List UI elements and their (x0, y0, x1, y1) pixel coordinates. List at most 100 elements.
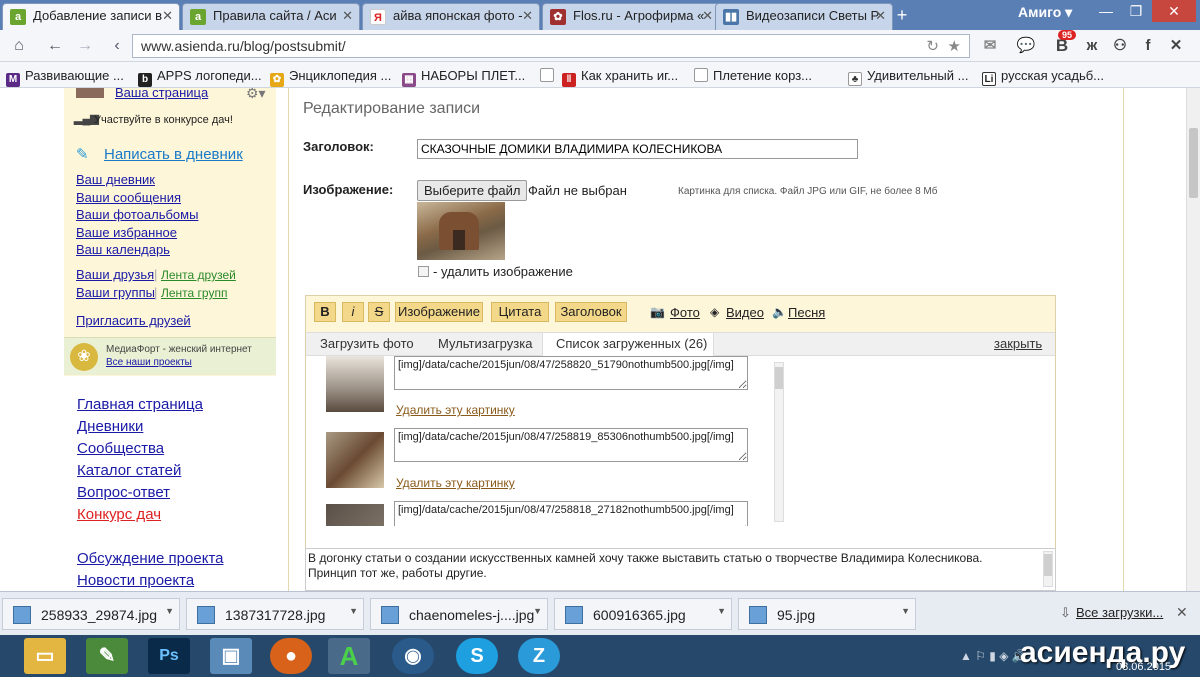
close-link[interactable]: закрыть (994, 336, 1042, 351)
download-item[interactable]: 600916365.jpg ▼ (554, 598, 732, 630)
close-window-icon[interactable]: ✕ (1152, 0, 1196, 22)
star-icon[interactable]: ★ (948, 37, 961, 55)
reload-icon[interactable]: ↻ (926, 37, 939, 55)
upload-code-field[interactable]: [img]/data/cache/2015jun/08/47/258819_85… (394, 428, 748, 462)
diaries-link[interactable]: Дневники (77, 418, 143, 435)
firefox-icon[interactable]: ● (270, 638, 312, 674)
minimize-icon[interactable]: — (1090, 0, 1122, 22)
home-icon[interactable]: ⌂ (8, 36, 30, 56)
tab-add-post[interactable]: a Добавление записи в ✕ (2, 3, 180, 30)
forward-icon[interactable]: → (74, 36, 96, 56)
chevron-down-icon[interactable]: ▼ (717, 606, 726, 616)
bold-button[interactable]: B (314, 302, 336, 322)
post-body-editor[interactable]: В догонку статьи о создании искусственны… (305, 548, 1056, 591)
qa-link[interactable]: Вопрос-ответ (77, 484, 170, 501)
bookmark-item[interactable]: M Развивающие ... (6, 68, 124, 87)
bookmark-item[interactable]: ‖ Как хранить иг... (562, 68, 678, 87)
video-link[interactable]: Видео (726, 305, 764, 320)
strike-button[interactable]: S (368, 302, 390, 322)
bookmark-item[interactable]: b APPS логопеди... (138, 68, 262, 87)
main-page-link[interactable]: Главная страница (77, 396, 203, 413)
bookmark-item[interactable]: ♣ Удивительный ... (848, 68, 968, 86)
scrollbar-thumb[interactable] (1189, 128, 1198, 198)
gear-icon[interactable]: ⚙▾ (246, 88, 266, 102)
close-icon[interactable]: ✕ (1176, 604, 1188, 621)
favorites-link[interactable]: Ваше избранное (76, 225, 177, 240)
close-icon[interactable]: ✕ (702, 8, 713, 24)
messages-link[interactable]: Ваши сообщения (76, 190, 181, 205)
media-player-icon[interactable]: ◉ (392, 638, 434, 674)
tab-upload-photo[interactable]: Загрузить фото (320, 336, 414, 351)
header-button[interactable]: Заголовок (555, 302, 627, 322)
chevron-down-icon[interactable]: ▼ (901, 606, 910, 616)
image-button[interactable]: Изображение (395, 302, 483, 322)
close-icon[interactable]: ✕ (875, 8, 886, 24)
diary-link[interactable]: Ваш дневник (76, 172, 155, 187)
all-projects-link[interactable]: Все наши проекты (106, 357, 192, 368)
close-icon[interactable]: ✕ (522, 8, 533, 24)
notepad-icon[interactable]: ✎ (86, 638, 128, 674)
articles-link[interactable]: Каталог статей (77, 462, 181, 479)
communities-link[interactable]: Сообщества (77, 440, 164, 457)
bookmark-item[interactable]: ✿ Энциклопедия ... (270, 68, 391, 87)
chevron-down-icon[interactable]: ▼ (349, 606, 358, 616)
download-item[interactable]: 1387317728.jpg ▼ (186, 598, 364, 630)
song-link[interactable]: Песня (788, 305, 825, 320)
upload-code-field[interactable]: [img]/data/cache/2015jun/08/47/258818_27… (394, 501, 748, 526)
bookmark-item[interactable] (540, 68, 559, 83)
download-item[interactable]: 95.jpg ▼ (738, 598, 916, 630)
chat-icon[interactable]: 💬 (1014, 35, 1038, 57)
write-diary-link[interactable]: Написать в дневник (104, 146, 243, 163)
groups-feed-link[interactable]: Лента групп (161, 286, 227, 300)
amigo-icon[interactable]: A (328, 638, 370, 674)
new-tab-button[interactable]: + (888, 6, 916, 26)
close-icon[interactable]: ✕ (162, 8, 173, 24)
explorer-icon[interactable]: ▭ (24, 638, 66, 674)
chevron-down-icon[interactable]: ▼ (165, 606, 174, 616)
delete-image-checkbox[interactable] (418, 266, 429, 277)
photoshop-icon[interactable]: Ps (148, 638, 190, 674)
bookmark-item[interactable]: ▦ НАБОРЫ ПЛЕТ... (402, 68, 525, 87)
skype-icon[interactable]: S (456, 638, 498, 674)
body-scrollbar[interactable] (1043, 551, 1053, 587)
all-downloads-link[interactable]: Все загрузки... (1076, 605, 1163, 620)
address-bar[interactable]: www.asienda.ru/blog/postsubmit/ ↻ ★ (132, 34, 970, 58)
photo-link[interactable]: Фото (670, 305, 700, 320)
news-link[interactable]: Новости проекта (77, 572, 194, 589)
download-item[interactable]: chaenomeles-j....jpg ▼ (370, 598, 548, 630)
tab-video[interactable]: ▮▮ Видеозаписи Светы Р ✕ (715, 3, 893, 30)
share-icon[interactable]: ‹ (106, 36, 128, 56)
maximize-icon[interactable]: ❐ (1120, 0, 1152, 22)
zona-icon[interactable]: Z (518, 638, 560, 674)
delete-picture-link[interactable]: Удалить эту картинку (396, 403, 515, 417)
contest-invite[interactable]: Участвуйте в конкурсе дач! (94, 114, 233, 126)
download-item[interactable]: 258933_29874.jpg ▼ (2, 598, 180, 630)
tab-uploaded-list[interactable]: Список загруженных (26) (542, 332, 714, 357)
tab-rules[interactable]: a Правила сайта / Аси ✕ (182, 3, 360, 30)
uploads-scrollbar[interactable] (774, 362, 784, 522)
friends-feed-link[interactable]: Лента друзей (161, 268, 236, 282)
bookmark-item[interactable]: Плетение корз... (694, 68, 812, 83)
tab-flos[interactable]: ✿ Flos.ru - Агрофирма « ✕ (542, 3, 720, 30)
mail-icon[interactable]: ✉ (978, 35, 1002, 57)
menu-icon[interactable]: ✕ (1164, 35, 1188, 57)
photo-viewer-icon[interactable]: ▣ (210, 638, 252, 674)
friends-link[interactable]: Ваши друзья (76, 267, 154, 282)
scrollbar-thumb[interactable] (1044, 554, 1052, 576)
tray-icons[interactable]: ▲ ⚐ ▮ ◈ 🔊 (960, 649, 1027, 663)
tab-multiupload[interactable]: Мультизагрузка (438, 336, 532, 351)
facebook-icon[interactable]: f (1136, 35, 1160, 57)
calendar-link[interactable]: Ваш календарь (76, 242, 170, 257)
upload-code-field[interactable]: [img]/data/cache/2015jun/08/47/258820_51… (394, 356, 748, 390)
scrollbar-thumb[interactable] (775, 367, 783, 389)
ok-icon[interactable]: ж (1080, 35, 1104, 57)
tab-quince[interactable]: Я айва японская фото - ✕ (362, 3, 540, 30)
groups-link[interactable]: Ваши группы (76, 285, 155, 300)
delete-picture-link[interactable]: Удалить эту картинку (396, 476, 515, 490)
chevron-down-icon[interactable]: ▼ (533, 606, 542, 616)
dacha-contest-link[interactable]: Конкурс дач (77, 506, 161, 523)
my-page-link[interactable]: Ваша страница (115, 88, 208, 100)
invite-friends-link[interactable]: Пригласить друзей (76, 313, 191, 328)
italic-button[interactable]: i (342, 302, 364, 322)
albums-link[interactable]: Ваши фотоальбомы (76, 207, 198, 222)
